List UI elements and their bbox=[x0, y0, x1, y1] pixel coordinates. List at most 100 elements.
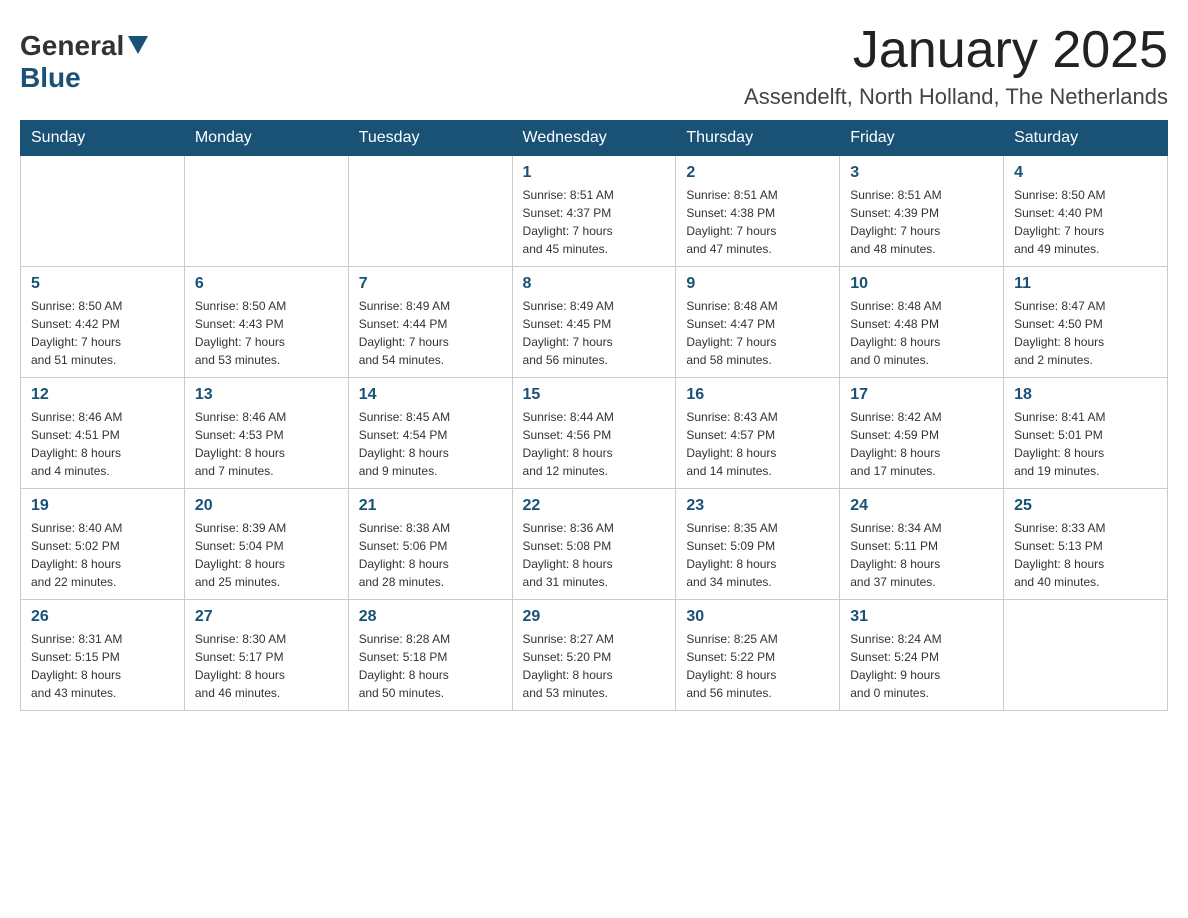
day-info: Sunrise: 8:48 AMSunset: 4:47 PMDaylight:… bbox=[686, 297, 829, 369]
day-number: 29 bbox=[523, 608, 666, 626]
calendar-cell: 28 Sunrise: 8:28 AMSunset: 5:18 PMDayligh… bbox=[348, 600, 512, 711]
day-info: Sunrise: 8:46 AMSunset: 4:53 PMDaylight:… bbox=[195, 408, 338, 480]
calendar-cell: 25 Sunrise: 8:33 AMSunset: 5:13 PMDayligh… bbox=[1004, 489, 1168, 600]
day-info: Sunrise: 8:50 AMSunset: 4:43 PMDaylight:… bbox=[195, 297, 338, 369]
day-info: Sunrise: 8:50 AMSunset: 4:42 PMDaylight:… bbox=[31, 297, 174, 369]
day-info: Sunrise: 8:27 AMSunset: 5:20 PMDaylight:… bbox=[523, 630, 666, 702]
day-info: Sunrise: 8:44 AMSunset: 4:56 PMDaylight:… bbox=[523, 408, 666, 480]
week-row-4: 19 Sunrise: 8:40 AMSunset: 5:02 PMDayligh… bbox=[21, 489, 1168, 600]
day-info: Sunrise: 8:28 AMSunset: 5:18 PMDaylight:… bbox=[359, 630, 502, 702]
month-year-title: January 2025 bbox=[744, 20, 1168, 80]
column-header-saturday: Saturday bbox=[1004, 121, 1168, 156]
logo: General Blue bbox=[20, 20, 148, 94]
day-info: Sunrise: 8:41 AMSunset: 5:01 PMDaylight:… bbox=[1014, 408, 1157, 480]
day-number: 14 bbox=[359, 386, 502, 404]
week-row-2: 5Sunrise: 8:50 AMSunset: 4:42 PMDaylight… bbox=[21, 267, 1168, 378]
day-number: 25 bbox=[1014, 497, 1157, 515]
calendar-cell: 24Sunrise: 8:34 AMSunset: 5:11 PMDayligh… bbox=[840, 489, 1004, 600]
column-header-sunday: Sunday bbox=[21, 121, 185, 156]
day-info: Sunrise: 8:35 AMSunset: 5:09 PMDaylight:… bbox=[686, 519, 829, 591]
calendar-cell: 27 Sunrise: 8:30 AMSunset: 5:17 PMDayligh… bbox=[184, 600, 348, 711]
day-info: Sunrise: 8:48 AMSunset: 4:48 PMDaylight:… bbox=[850, 297, 993, 369]
day-number: 19 bbox=[31, 497, 174, 515]
day-number: 16 bbox=[686, 386, 829, 404]
day-number: 28 bbox=[359, 608, 502, 626]
week-row-1: 1Sunrise: 8:51 AMSunset: 4:37 PMDaylight… bbox=[21, 156, 1168, 267]
day-number: 9 bbox=[686, 275, 829, 293]
calendar-cell bbox=[21, 156, 185, 267]
day-info: Sunrise: 8:33 AMSunset: 5:13 PMDaylight:… bbox=[1014, 519, 1157, 591]
day-number: 3 bbox=[850, 164, 993, 182]
day-number: 1 bbox=[523, 164, 666, 182]
day-info: Sunrise: 8:49 AMSunset: 4:44 PMDaylight:… bbox=[359, 297, 502, 369]
day-info: Sunrise: 8:39 AMSunset: 5:04 PMDaylight:… bbox=[195, 519, 338, 591]
calendar-cell: 22Sunrise: 8:36 AMSunset: 5:08 PMDayligh… bbox=[512, 489, 676, 600]
calendar-cell: 3 Sunrise: 8:51 AMSunset: 4:39 PMDaylight… bbox=[840, 156, 1004, 267]
day-number: 8 bbox=[523, 275, 666, 293]
logo-general: General bbox=[20, 30, 148, 62]
day-info: Sunrise: 8:38 AMSunset: 5:06 PMDaylight:… bbox=[359, 519, 502, 591]
day-info: Sunrise: 8:30 AMSunset: 5:17 PMDaylight:… bbox=[195, 630, 338, 702]
day-info: Sunrise: 8:24 AMSunset: 5:24 PMDaylight:… bbox=[850, 630, 993, 702]
day-number: 13 bbox=[195, 386, 338, 404]
day-number: 4 bbox=[1014, 164, 1157, 182]
logo-blue-text: Blue bbox=[20, 62, 81, 94]
calendar-cell: 29 Sunrise: 8:27 AMSunset: 5:20 PMDayligh… bbox=[512, 600, 676, 711]
day-info: Sunrise: 8:47 AMSunset: 4:50 PMDaylight:… bbox=[1014, 297, 1157, 369]
week-row-3: 12Sunrise: 8:46 AMSunset: 4:51 PMDayligh… bbox=[21, 378, 1168, 489]
calendar-cell: 30Sunrise: 8:25 AMSunset: 5:22 PMDayligh… bbox=[676, 600, 840, 711]
calendar-header: SundayMondayTuesdayWednesdayThursdayFrid… bbox=[21, 121, 1168, 156]
location-subtitle: Assendelft, North Holland, The Netherlan… bbox=[744, 84, 1168, 110]
calendar-table: SundayMondayTuesdayWednesdayThursdayFrid… bbox=[20, 120, 1168, 711]
week-row-5: 26Sunrise: 8:31 AMSunset: 5:15 PMDayligh… bbox=[21, 600, 1168, 711]
calendar-cell: 9 Sunrise: 8:48 AMSunset: 4:47 PMDaylight… bbox=[676, 267, 840, 378]
calendar-cell: 11 Sunrise: 8:47 AMSunset: 4:50 PMDayligh… bbox=[1004, 267, 1168, 378]
calendar-cell: 13 Sunrise: 8:46 AMSunset: 4:53 PMDayligh… bbox=[184, 378, 348, 489]
day-number: 20 bbox=[195, 497, 338, 515]
column-header-wednesday: Wednesday bbox=[512, 121, 676, 156]
calendar-cell: 6Sunrise: 8:50 AMSunset: 4:43 PMDaylight… bbox=[184, 267, 348, 378]
title-area: January 2025 Assendelft, North Holland, … bbox=[744, 20, 1168, 110]
header-row: SundayMondayTuesdayWednesdayThursdayFrid… bbox=[21, 121, 1168, 156]
day-number: 27 bbox=[195, 608, 338, 626]
calendar-cell bbox=[184, 156, 348, 267]
calendar-cell: 7 Sunrise: 8:49 AMSunset: 4:44 PMDaylight… bbox=[348, 267, 512, 378]
day-info: Sunrise: 8:40 AMSunset: 5:02 PMDaylight:… bbox=[31, 519, 174, 591]
day-number: 2 bbox=[686, 164, 829, 182]
day-number: 18 bbox=[1014, 386, 1157, 404]
calendar-cell: 23 Sunrise: 8:35 AMSunset: 5:09 PMDayligh… bbox=[676, 489, 840, 600]
day-number: 30 bbox=[686, 608, 829, 626]
day-number: 21 bbox=[359, 497, 502, 515]
calendar-cell: 4 Sunrise: 8:50 AMSunset: 4:40 PMDaylight… bbox=[1004, 156, 1168, 267]
day-info: Sunrise: 8:43 AMSunset: 4:57 PMDaylight:… bbox=[686, 408, 829, 480]
calendar-cell: 14Sunrise: 8:45 AMSunset: 4:54 PMDayligh… bbox=[348, 378, 512, 489]
column-header-monday: Monday bbox=[184, 121, 348, 156]
calendar-cell: 21 Sunrise: 8:38 AMSunset: 5:06 PMDayligh… bbox=[348, 489, 512, 600]
calendar-cell: 15 Sunrise: 8:44 AMSunset: 4:56 PMDayligh… bbox=[512, 378, 676, 489]
calendar-body: 1Sunrise: 8:51 AMSunset: 4:37 PMDaylight… bbox=[21, 156, 1168, 711]
day-number: 31 bbox=[850, 608, 993, 626]
day-info: Sunrise: 8:51 AMSunset: 4:39 PMDaylight:… bbox=[850, 186, 993, 258]
day-info: Sunrise: 8:34 AMSunset: 5:11 PMDaylight:… bbox=[850, 519, 993, 591]
calendar-cell: 2 Sunrise: 8:51 AMSunset: 4:38 PMDaylight… bbox=[676, 156, 840, 267]
calendar-cell: 19 Sunrise: 8:40 AMSunset: 5:02 PMDayligh… bbox=[21, 489, 185, 600]
calendar-cell: 20 Sunrise: 8:39 AMSunset: 5:04 PMDayligh… bbox=[184, 489, 348, 600]
day-number: 26 bbox=[31, 608, 174, 626]
day-info: Sunrise: 8:50 AMSunset: 4:40 PMDaylight:… bbox=[1014, 186, 1157, 258]
day-info: Sunrise: 8:51 AMSunset: 4:38 PMDaylight:… bbox=[686, 186, 829, 258]
day-number: 23 bbox=[686, 497, 829, 515]
column-header-thursday: Thursday bbox=[676, 121, 840, 156]
day-number: 11 bbox=[1014, 275, 1157, 293]
day-number: 15 bbox=[523, 386, 666, 404]
logo-triangle-icon bbox=[128, 36, 148, 54]
day-info: Sunrise: 8:49 AMSunset: 4:45 PMDaylight:… bbox=[523, 297, 666, 369]
day-info: Sunrise: 8:36 AMSunset: 5:08 PMDaylight:… bbox=[523, 519, 666, 591]
page-header: General Blue January 2025 Assendelft, No… bbox=[20, 20, 1168, 110]
column-header-tuesday: Tuesday bbox=[348, 121, 512, 156]
calendar-cell: 10Sunrise: 8:48 AMSunset: 4:48 PMDayligh… bbox=[840, 267, 1004, 378]
calendar-cell: 17Sunrise: 8:42 AMSunset: 4:59 PMDayligh… bbox=[840, 378, 1004, 489]
day-info: Sunrise: 8:42 AMSunset: 4:59 PMDaylight:… bbox=[850, 408, 993, 480]
column-header-friday: Friday bbox=[840, 121, 1004, 156]
calendar-cell: 26Sunrise: 8:31 AMSunset: 5:15 PMDayligh… bbox=[21, 600, 185, 711]
day-number: 7 bbox=[359, 275, 502, 293]
